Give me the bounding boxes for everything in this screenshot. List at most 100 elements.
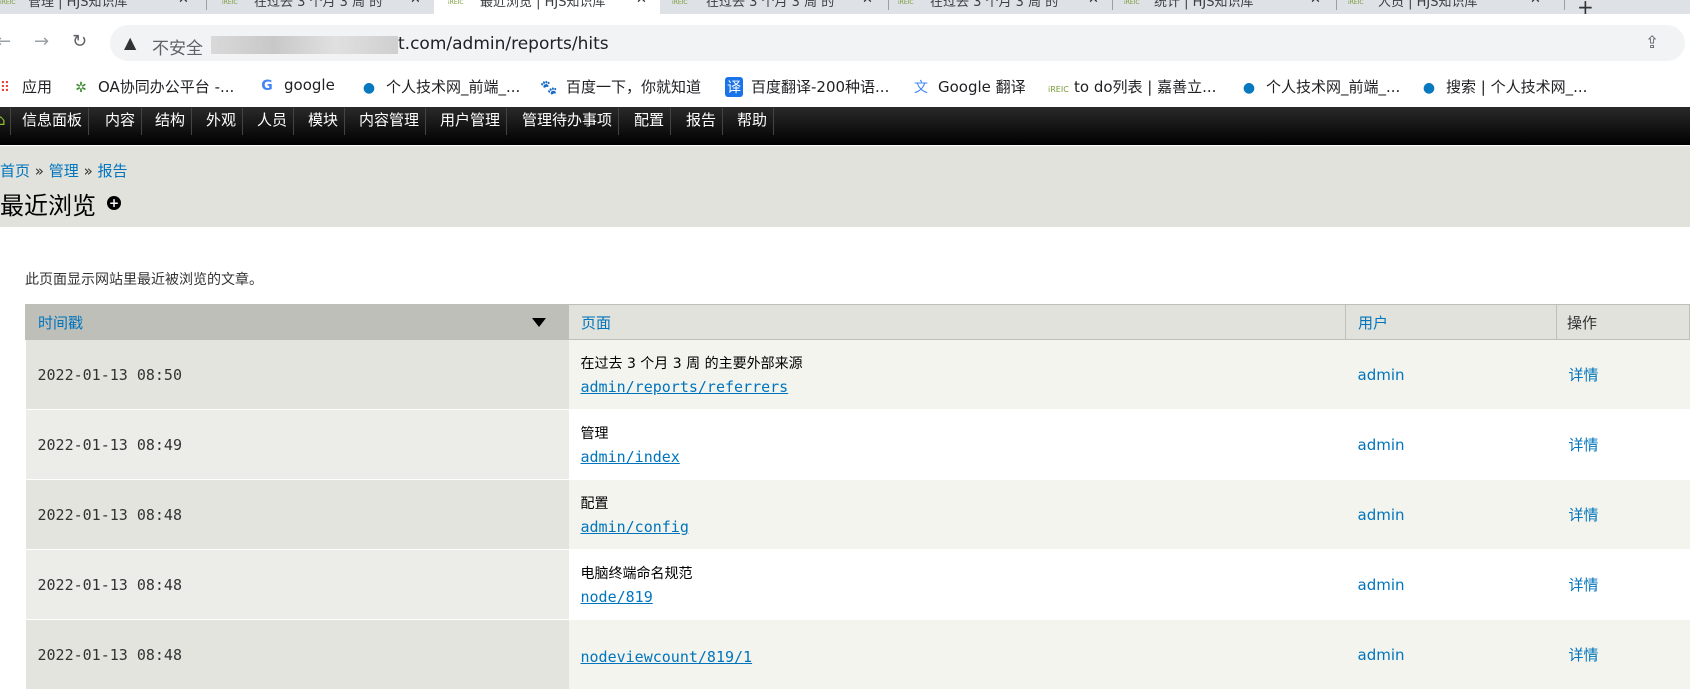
breadcrumb-home[interactable]: 首页: [0, 162, 30, 180]
browser-tab-active[interactable]: iREIC 最近浏览 | HJS知识库 ✕: [434, 0, 660, 14]
timestamp-cell: 2022-01-13 08:49: [25, 409, 569, 480]
tab-close-icon[interactable]: ✕: [1310, 0, 1321, 6]
tab-title: 管理 | HJS知识库: [28, 0, 128, 10]
op-cell: 详情: [1556, 619, 1690, 690]
hits-table: 时间戳 页面 用户 操作 2022-01-13 08:50 在过去 3 个月 3…: [25, 304, 1690, 690]
toolbar-item-appearance[interactable]: 外观: [200, 108, 244, 135]
tab-separator: [206, 0, 207, 10]
page-title-text: 配置: [580, 496, 609, 512]
user-cell: admin: [1345, 339, 1557, 410]
new-tab-icon[interactable]: +: [1577, 0, 1594, 14]
google-icon: G: [261, 78, 273, 94]
bookmark-item[interactable]: ● 个人技术网_前端_...: [1240, 76, 1400, 96]
add-shortcut-icon[interactable]: +: [107, 196, 121, 210]
page-path-link[interactable]: admin/config: [581, 518, 1334, 536]
url-text[interactable]: t.com/admin/reports/hits: [398, 34, 609, 54]
reload-icon[interactable]: ↻: [72, 31, 87, 52]
column-header-timestamp[interactable]: 时间戳: [25, 304, 569, 340]
forward-icon[interactable]: →: [34, 31, 49, 52]
bookmark-item[interactable]: ● 个人技术网_前端_...: [360, 76, 520, 96]
translate-icon: 译: [725, 77, 743, 97]
user-link[interactable]: admin: [1358, 366, 1405, 384]
column-header-user[interactable]: 用户: [1345, 304, 1557, 340]
tab-close-icon[interactable]: ✕: [1088, 0, 1099, 6]
bookmark-item[interactable]: 译百度翻译-200种语...: [725, 76, 889, 97]
bookmark-item[interactable]: ⠿ 应用: [0, 76, 53, 96]
table-row: 2022-01-13 08:50 在过去 3 个月 3 周 的主要外部来源 adm…: [25, 339, 1690, 410]
toolbar-item-modules[interactable]: 模块: [302, 108, 346, 135]
home-icon[interactable]: ⌂: [0, 108, 11, 135]
toolbar-item-structure[interactable]: 结构: [149, 108, 193, 135]
bookmark-item[interactable]: Ggoogle: [258, 76, 335, 94]
tab-favicon-icon: iREIC: [448, 0, 464, 6]
timestamp-cell: 2022-01-13 08:48: [25, 479, 569, 550]
browser-tab[interactable]: iREIC 统计 | HJS知识库 ✕: [1120, 0, 1338, 14]
details-link[interactable]: 详情: [1569, 506, 1599, 524]
warning-icon[interactable]: ▲: [124, 33, 136, 52]
bookmark-item[interactable]: ● 搜索 | 个人技术网_...: [1420, 76, 1588, 96]
page-path-link[interactable]: admin/reports/referrers: [581, 378, 1334, 396]
toolbar-item-dashboard[interactable]: 信息面板: [16, 108, 90, 135]
toolbar-item-todo[interactable]: 管理待办事项: [516, 108, 620, 135]
toolbar-item-people[interactable]: 人员: [251, 108, 295, 135]
bookmark-item[interactable]: 文 Google 翻译: [912, 76, 1026, 96]
breadcrumb-separator: »: [83, 162, 93, 180]
op-cell: 详情: [1556, 479, 1690, 550]
ireic-icon: iREIC: [1048, 85, 1069, 94]
timestamp-cell: 2022-01-13 08:48: [25, 619, 569, 690]
tab-title: 在过去 3 个月 3 周 的: [930, 0, 1059, 10]
tab-separator: [1112, 0, 1113, 10]
toolbar-item-config[interactable]: 配置: [628, 108, 672, 135]
browser-tab[interactable]: iREIC 在过去 3 个月 3 周 的 ✕: [214, 0, 419, 14]
browser-tab[interactable]: iREIC 在过去 3 个月 3 周 的 ✕: [670, 0, 884, 14]
page-path-link[interactable]: nodeviewcount/819/1: [581, 648, 1334, 666]
page-path-link[interactable]: admin/index: [581, 448, 1334, 466]
tab-close-icon[interactable]: ✕: [862, 0, 873, 6]
browser-tab[interactable]: iREIC 管理 | HJS知识库 ✕: [0, 0, 192, 14]
details-link[interactable]: 详情: [1569, 646, 1599, 664]
column-header-page[interactable]: 页面: [568, 304, 1346, 340]
details-link[interactable]: 详情: [1569, 366, 1599, 384]
tab-separator: [888, 0, 889, 10]
user-link[interactable]: admin: [1358, 646, 1405, 664]
toolbar-item-help[interactable]: 帮助: [731, 108, 775, 135]
tab-title: 在过去 3 个月 3 周 的: [706, 0, 835, 10]
bookmark-label: 应用: [22, 78, 53, 96]
page-cell: nodeviewcount/819/1: [568, 619, 1346, 690]
tab-close-icon[interactable]: ✕: [1530, 0, 1541, 6]
toolbar-item-reports[interactable]: 报告: [680, 108, 724, 135]
breadcrumb-admin[interactable]: 管理: [49, 162, 79, 180]
bookmark-item[interactable]: ✲ OA协同办公平台 -...: [72, 76, 234, 96]
browser-tab[interactable]: iREIC 人员 | HJS知识库 ✕: [1344, 0, 1560, 14]
tab-close-icon[interactable]: ✕: [636, 0, 647, 6]
user-cell: admin: [1345, 479, 1557, 550]
timestamp-cell: 2022-01-13 08:50: [25, 339, 569, 410]
tab-separator: [1564, 0, 1565, 10]
page-title-text: 在过去 3 个月 3 周 的主要外部来源: [580, 356, 803, 372]
details-link[interactable]: 详情: [1569, 576, 1599, 594]
google-translate-icon: 文: [914, 80, 928, 96]
bookmark-label: to do列表 | 嘉善立...: [1074, 78, 1217, 96]
table-row: 2022-01-13 08:49 管理 admin/index admin 详情: [25, 409, 1690, 480]
breadcrumb-reports[interactable]: 报告: [98, 162, 128, 180]
page-path-link[interactable]: node/819: [581, 588, 1334, 606]
page-cell: 电脑终端命名规范 node/819: [568, 549, 1346, 620]
tab-close-icon[interactable]: ✕: [410, 0, 419, 6]
user-link[interactable]: admin: [1358, 576, 1405, 594]
toolbar-item-content[interactable]: 内容: [99, 108, 143, 135]
back-icon[interactable]: ←: [0, 31, 11, 52]
tab-close-icon[interactable]: ✕: [178, 0, 189, 6]
bookmark-item[interactable]: 🐾 百度一下，你就知道: [540, 76, 701, 96]
toolbar-item-user-management[interactable]: 用户管理: [434, 108, 508, 135]
share-icon[interactable]: ⇪: [1645, 33, 1659, 53]
user-link[interactable]: admin: [1358, 506, 1405, 524]
sort-descending-icon[interactable]: [532, 318, 546, 327]
security-label[interactable]: 不安全: [152, 34, 203, 59]
browser-tab[interactable]: iREIC 在过去 3 个月 3 周 的 ✕: [896, 0, 1112, 14]
breadcrumb: 首页 » 管理 » 报告: [0, 160, 128, 181]
user-link[interactable]: admin: [1358, 436, 1405, 454]
details-link[interactable]: 详情: [1569, 436, 1599, 454]
bookmark-item[interactable]: iREIC to do列表 | 嘉善立...: [1048, 76, 1217, 96]
drupal-icon: ●: [1242, 80, 1256, 96]
toolbar-item-content-management[interactable]: 内容管理: [353, 108, 427, 135]
